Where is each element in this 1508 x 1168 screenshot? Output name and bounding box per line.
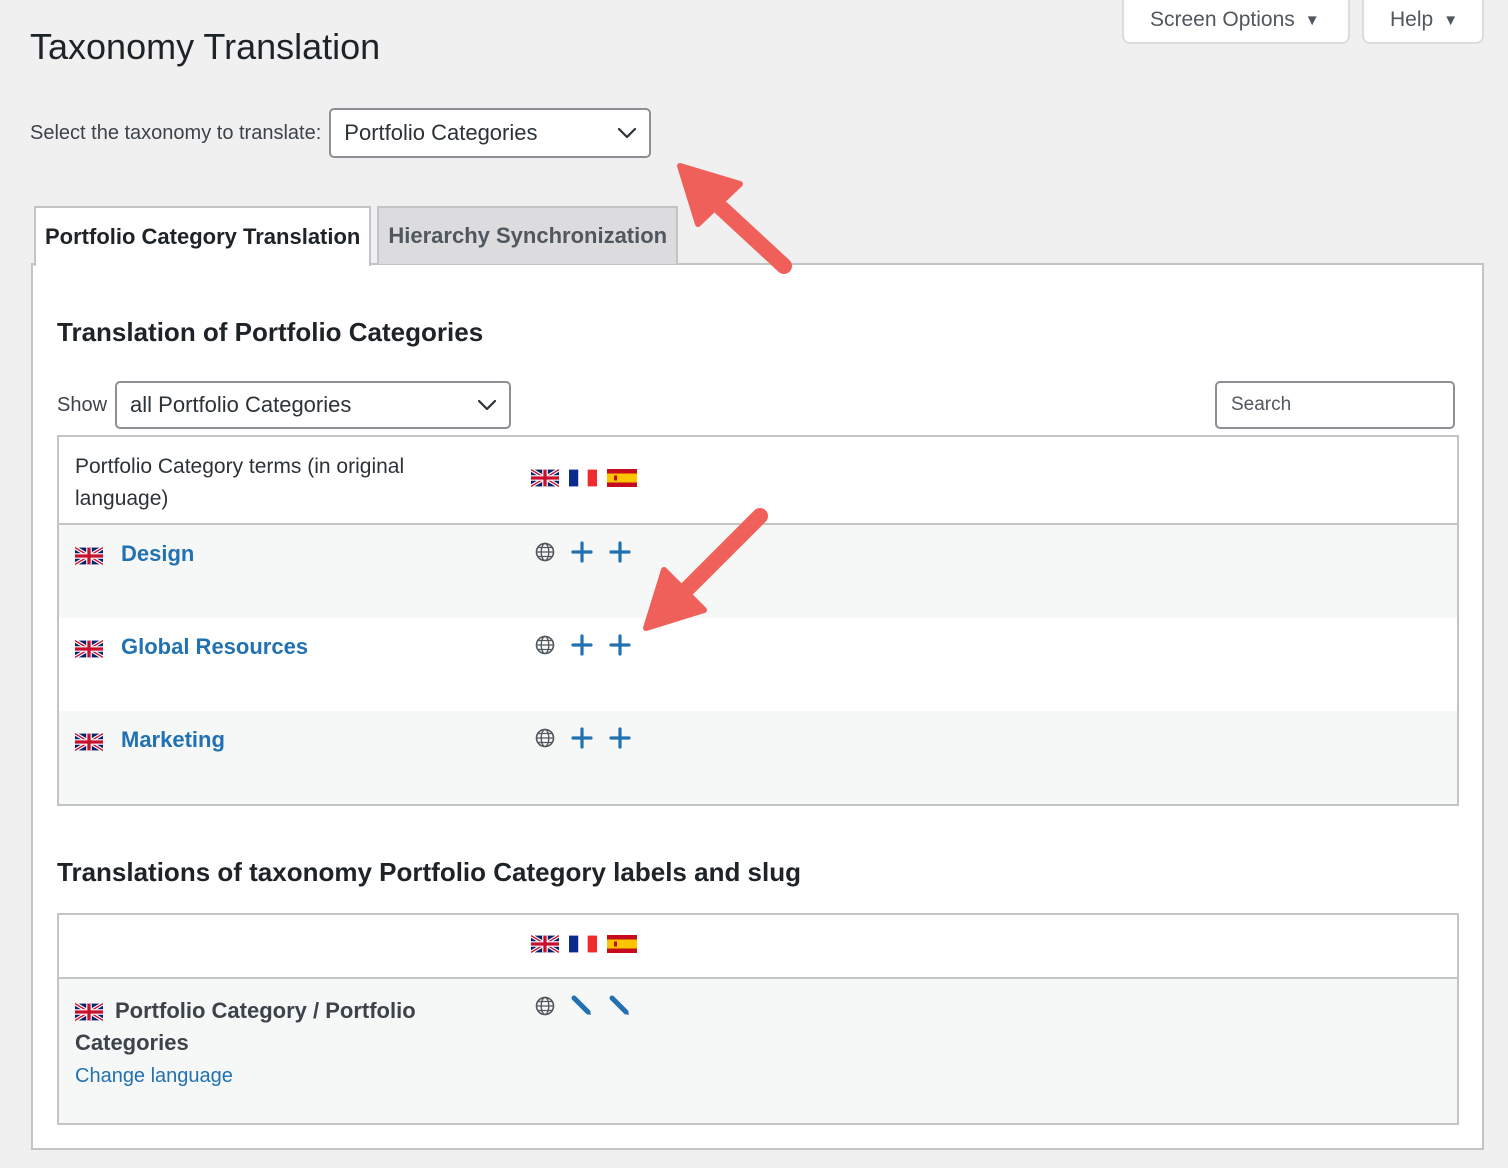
translation-actions (535, 634, 631, 656)
page-title: Taxonomy Translation (30, 26, 381, 67)
edit-label-spanish-pencil-icon[interactable] (609, 995, 631, 1017)
language-flags-header (531, 469, 637, 487)
labels-section-title: Translations of taxonomy Portfolio Categ… (57, 857, 802, 887)
change-language-link[interactable]: Change language (75, 1065, 233, 1088)
globe-icon[interactable] (535, 542, 555, 562)
caret-down-icon: ▼ (1304, 11, 1320, 29)
caret-down-icon: ▼ (1443, 11, 1459, 29)
add-translation-french-plus-icon[interactable] (571, 634, 593, 656)
labels-row: Portfolio Category / Portfolio Categorie… (59, 979, 1457, 1123)
tabs: Portfolio Category Translation Hierarchy… (34, 206, 679, 266)
uk-flag-icon (75, 733, 103, 751)
table-row-design: Design (59, 525, 1457, 618)
taxonomy-select-label: Select the taxonomy to translate: (30, 121, 322, 144)
screen-options-label: Screen Options (1150, 8, 1295, 31)
language-flags-header (531, 935, 637, 953)
labels-row-title: Portfolio Category / Portfolio Categorie… (75, 998, 416, 1055)
add-translation-french-plus-icon[interactable] (571, 727, 593, 749)
labels-table: Portfolio Category / Portfolio Categorie… (57, 913, 1459, 1125)
tab-hierarchy-synchronization[interactable]: Hierarchy Synchronization (377, 206, 679, 264)
term-link-design[interactable]: Design (121, 541, 194, 567)
terms-section-title: Translation of Portfolio Categories (57, 317, 484, 347)
uk-flag-icon (531, 935, 559, 953)
france-flag-icon (569, 469, 597, 487)
tab-portfolio-category-translation[interactable]: Portfolio Category Translation (34, 206, 372, 266)
search-input[interactable] (1215, 381, 1455, 429)
terms-table-header: Portfolio Category terms (in original la… (59, 437, 1457, 525)
translation-actions (535, 541, 631, 563)
show-filter-row: Show all Portfolio Categories (57, 381, 512, 429)
globe-icon[interactable] (535, 728, 555, 748)
uk-flag-icon (531, 469, 559, 487)
term-link-global-resources[interactable]: Global Resources (121, 634, 308, 660)
label-translation-actions (535, 995, 631, 1017)
chevron-down-icon (477, 399, 497, 411)
help-button[interactable]: Help ▼ (1362, 0, 1484, 44)
uk-flag-icon (75, 547, 103, 565)
screen-meta: Screen Options ▼ Help ▼ (1122, 0, 1484, 44)
terms-table: Portfolio Category terms (in original la… (57, 435, 1459, 806)
tab-panel: Translation of Portfolio Categories Show… (31, 263, 1484, 1150)
help-label: Help (1390, 8, 1434, 31)
add-translation-spanish-plus-icon[interactable] (609, 727, 631, 749)
show-label: Show (57, 393, 108, 416)
add-translation-spanish-plus-icon[interactable] (609, 634, 631, 656)
table-row-marketing: Marketing (59, 711, 1457, 804)
taxonomy-select[interactable]: Portfolio Categories (329, 108, 652, 158)
chevron-down-icon (618, 127, 637, 139)
screen-options-button[interactable]: Screen Options ▼ (1122, 0, 1350, 44)
globe-icon[interactable] (535, 996, 555, 1016)
france-flag-icon (569, 935, 597, 953)
add-translation-french-plus-icon[interactable] (571, 541, 593, 563)
edit-label-french-pencil-icon[interactable] (571, 995, 593, 1017)
table-row-global-resources: Global Resources (59, 618, 1457, 711)
taxonomy-select-value: Portfolio Categories (344, 120, 538, 145)
translation-actions (535, 727, 631, 749)
add-translation-spanish-plus-icon[interactable] (609, 541, 631, 563)
show-filter-value: all Portfolio Categories (130, 392, 352, 417)
labels-table-header (59, 915, 1457, 979)
show-filter-select[interactable]: all Portfolio Categories (115, 381, 512, 429)
globe-icon[interactable] (535, 635, 555, 655)
spain-flag-icon (607, 935, 637, 953)
spain-flag-icon (607, 469, 637, 487)
term-link-marketing[interactable]: Marketing (121, 727, 225, 753)
taxonomy-select-row: Select the taxonomy to translate: Portfo… (30, 108, 652, 158)
uk-flag-icon (75, 640, 103, 658)
terms-column-header: Portfolio Category terms (in original la… (75, 455, 405, 510)
